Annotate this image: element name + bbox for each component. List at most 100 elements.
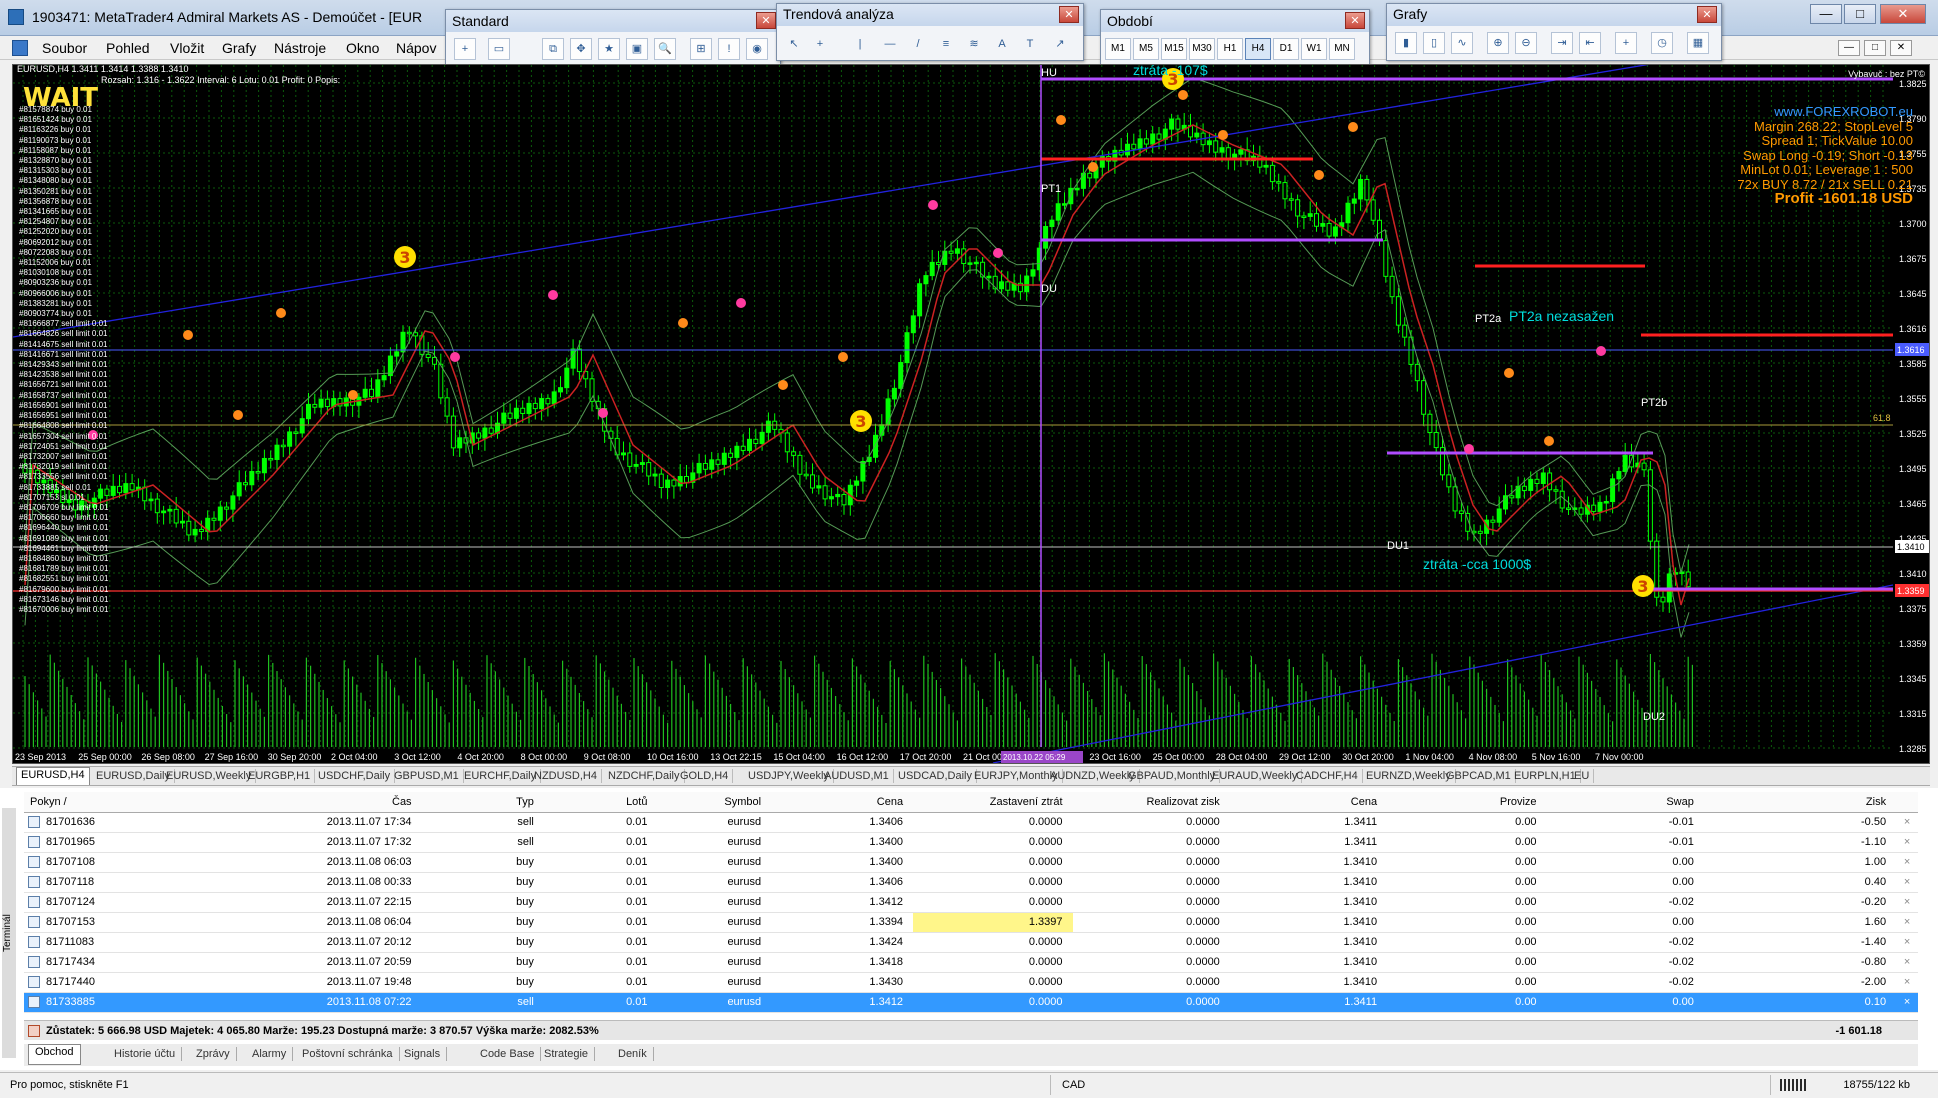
charts-toolbar-close-button[interactable]: ✕ xyxy=(1697,6,1717,23)
period-w1-button[interactable]: W1 xyxy=(1301,38,1327,60)
chart-tab[interactable]: USDCHF,Daily xyxy=(314,769,396,783)
maximize-button[interactable]: □ xyxy=(1844,4,1876,24)
period-d1-button[interactable]: D1 xyxy=(1273,38,1299,60)
period-m5-button[interactable]: M5 xyxy=(1133,38,1159,60)
close-order-icon[interactable]: × xyxy=(1896,992,1918,1013)
profiles-icon[interactable]: ▭ xyxy=(488,38,510,60)
column-header[interactable]: Čas xyxy=(224,792,422,813)
menu-okno[interactable]: Okno xyxy=(346,40,379,56)
auto-scroll-icon[interactable]: ⇥ xyxy=(1551,32,1573,54)
column-header[interactable]: Pokyn / xyxy=(24,792,225,813)
chart-tab[interactable]: EURAUD,Weekly xyxy=(1208,769,1303,783)
column-header[interactable]: Provize xyxy=(1387,792,1547,813)
column-header[interactable]: Cena xyxy=(771,792,914,813)
autotrading-icon[interactable]: ! xyxy=(718,38,740,60)
chart-tab[interactable]: AUDUSD,M1 xyxy=(820,769,894,783)
terminal-tab[interactable]: Alarmy xyxy=(246,1047,294,1061)
close-order-icon[interactable]: × xyxy=(1896,932,1918,953)
standard-toolbar-header[interactable]: Standard ✕ xyxy=(446,10,780,32)
period-m15-button[interactable]: M15 xyxy=(1161,38,1187,60)
table-row[interactable]: 81717440 2013.11.07 19:48 buy 0.01 eurusd 1.3… xyxy=(24,972,1918,993)
period-h4-button[interactable]: H4 xyxy=(1245,38,1271,60)
terminal-tab[interactable]: Poštovní schránka xyxy=(296,1047,400,1061)
menu-nastroje[interactable]: Nástroje xyxy=(274,40,326,56)
standard-toolbar-close-button[interactable]: ✕ xyxy=(756,12,776,29)
trend-toolbar-close-button[interactable]: ✕ xyxy=(1059,6,1079,23)
periods-toolbar-header[interactable]: Období ✕ xyxy=(1101,10,1369,32)
indicators-icon[interactable]: + xyxy=(1615,32,1637,54)
trend-toolbar-header[interactable]: Trendová analýza ✕ xyxy=(777,4,1083,26)
close-order-icon[interactable]: × xyxy=(1896,972,1918,993)
chart-tab[interactable]: CADCHF,H4 xyxy=(1292,769,1363,783)
chart-tab[interactable]: NZDUSD,H4 xyxy=(530,769,602,783)
close-order-icon[interactable]: × xyxy=(1896,952,1918,973)
periods-menu-icon[interactable]: ◷ xyxy=(1651,32,1673,54)
chart-tab[interactable]: USDCAD,Daily xyxy=(894,769,977,783)
chart-shift-icon[interactable]: ⇤ xyxy=(1579,32,1601,54)
chart-window-icon[interactable] xyxy=(12,40,28,56)
table-row[interactable]: 81717434 2013.11.07 20:59 buy 0.01 eurusd 1.3… xyxy=(24,952,1918,973)
trendline-icon[interactable]: / xyxy=(907,34,929,56)
text-icon[interactable]: A xyxy=(991,34,1013,56)
table-row[interactable]: 81701636 2013.11.07 17:34 sell 0.01 eurusd 1.… xyxy=(24,812,1918,833)
chart-tab[interactable]: GBPCAD,M1 xyxy=(1442,769,1516,783)
minimize-button[interactable]: — xyxy=(1810,4,1842,24)
terminal-tab[interactable]: Obchod xyxy=(28,1044,81,1065)
terminal-tab[interactable]: Strategie xyxy=(538,1047,596,1061)
close-order-icon[interactable]: × xyxy=(1896,852,1918,873)
close-order-icon[interactable]: × xyxy=(1896,872,1918,893)
close-order-icon[interactable]: × xyxy=(1896,812,1918,833)
table-row[interactable]: 81701965 2013.11.07 17:32 sell 0.01 eurusd 1.… xyxy=(24,832,1918,853)
period-m30-button[interactable]: M30 xyxy=(1189,38,1215,60)
vertical-line-icon[interactable]: | xyxy=(849,34,871,56)
mdi-close-button[interactable]: ✕ xyxy=(1890,40,1912,56)
chart-tab[interactable]: EURCHF,Daily xyxy=(460,769,542,783)
new-order-icon[interactable]: ⊞ xyxy=(690,38,712,60)
chart-tab[interactable]: EU xyxy=(1570,769,1595,783)
menu-napoveda[interactable]: Nápov xyxy=(396,40,436,56)
terminal-tab[interactable]: Zprávy xyxy=(190,1047,237,1061)
crosshair-icon[interactable]: + xyxy=(809,34,831,56)
period-mn-button[interactable]: MN xyxy=(1329,38,1355,60)
terminal-tab[interactable]: Code Base xyxy=(474,1047,542,1061)
column-header[interactable]: Symbol xyxy=(657,792,772,813)
close-order-icon[interactable]: × xyxy=(1896,892,1918,913)
chart-tab[interactable]: EURGBP,H1 xyxy=(244,769,316,783)
navigator-icon[interactable]: ★ xyxy=(598,38,620,60)
market-watch-icon[interactable]: ⧉ xyxy=(542,38,564,60)
chart-canvas[interactable]: 1.38251.37901.37551.37351.37001.36751.36… xyxy=(13,65,1929,763)
text-label-icon[interactable]: T xyxy=(1019,34,1041,56)
period-h1-button[interactable]: H1 xyxy=(1217,38,1243,60)
column-header[interactable]: Typ xyxy=(421,792,544,813)
line-chart-icon[interactable]: ∿ xyxy=(1451,32,1473,54)
chart-tab[interactable]: NZDCHF,Daily xyxy=(604,769,685,783)
menu-pohled[interactable]: Pohled xyxy=(106,40,150,56)
column-header[interactable]: Zastavení ztrát xyxy=(913,792,1073,813)
close-order-icon[interactable]: × xyxy=(1896,912,1918,933)
mdi-restore-button[interactable]: □ xyxy=(1864,40,1886,56)
table-row[interactable]: 81707153 2013.11.08 06:04 buy 0.01 eurusd 1.3… xyxy=(24,912,1918,933)
column-header[interactable]: Lotů xyxy=(543,792,658,813)
table-row[interactable]: 81707124 2013.11.07 22:15 buy 0.01 eurusd 1.3… xyxy=(24,892,1918,913)
tester-icon[interactable]: 🔍 xyxy=(654,38,676,60)
chart-tab[interactable]: EURUSD,H4 xyxy=(16,767,90,785)
terminal-tab[interactable]: Signals xyxy=(398,1047,448,1061)
column-header[interactable]: Realizovat zisk xyxy=(1072,792,1230,813)
options-icon[interactable]: ◉ xyxy=(746,38,768,60)
mdi-minimize-button[interactable]: — xyxy=(1838,40,1860,56)
chart-tab[interactable]: GBPUSD,M1 xyxy=(390,769,464,783)
bar-chart-icon[interactable]: ▮ xyxy=(1395,32,1417,54)
horizontal-line-icon[interactable]: — xyxy=(879,34,901,56)
zoom-in-icon[interactable]: ⊕ xyxy=(1487,32,1509,54)
arrows-icon[interactable]: ↗ xyxy=(1049,34,1071,56)
candlestick-icon[interactable]: ▯ xyxy=(1423,32,1445,54)
menu-soubor[interactable]: Soubor xyxy=(42,40,87,56)
chart-tab[interactable]: GOLD,H4 xyxy=(676,769,734,783)
menu-vlozit[interactable]: Vložit xyxy=(170,40,204,56)
table-row[interactable]: 81733885 2013.11.08 07:22 sell 0.01 eurusd 1.… xyxy=(24,992,1918,1013)
terminal-tab[interactable]: Deník xyxy=(612,1047,654,1061)
cursor-icon[interactable]: ↖ xyxy=(783,34,805,56)
table-row[interactable]: 81707108 2013.11.08 06:03 buy 0.01 eurusd 1.3… xyxy=(24,852,1918,873)
periods-toolbar-close-button[interactable]: ✕ xyxy=(1345,12,1365,29)
terminal-side-title[interactable]: Terminál xyxy=(2,808,16,1058)
